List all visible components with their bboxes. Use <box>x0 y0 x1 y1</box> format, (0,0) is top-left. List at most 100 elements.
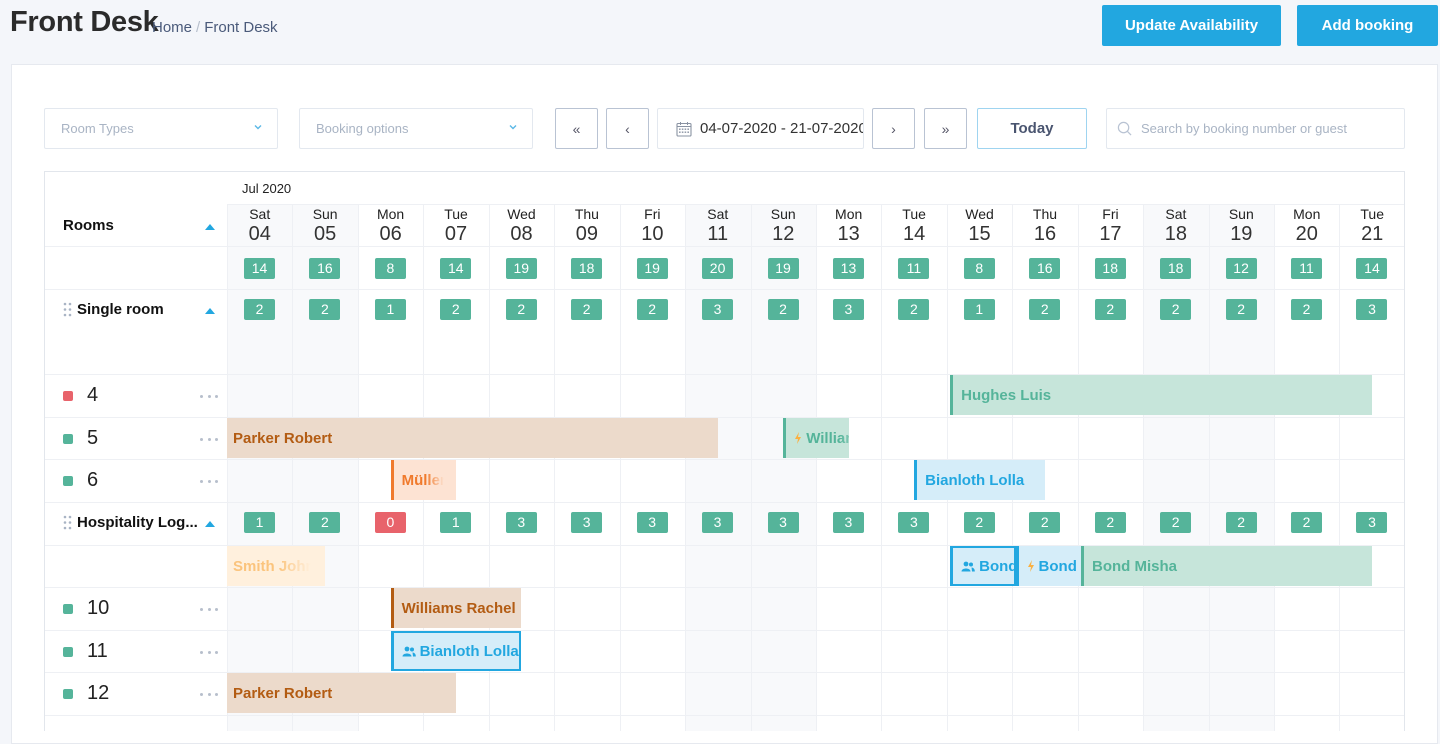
room-status-indicator <box>63 475 73 486</box>
more-options-icon[interactable] <box>200 606 218 612</box>
room-type-availability-badge: 2 <box>898 299 930 320</box>
booking-bar[interactable]: Bianloth Lolla <box>914 460 1045 500</box>
room-type-availability-badge: 3 <box>505 512 537 533</box>
booking-bar[interactable]: Parker Robert <box>227 418 718 458</box>
drag-handle-icon[interactable] <box>63 302 72 317</box>
day-of-week: Sat <box>249 206 271 222</box>
day-number: 16 <box>1033 223 1057 245</box>
double-chevron-right-icon: » <box>941 120 950 137</box>
room-type-availability-badge: 3 <box>1356 299 1388 320</box>
row-divider <box>45 246 1404 247</box>
day-header: Thu 09 <box>554 206 619 246</box>
booking-search[interactable] <box>1106 108 1405 149</box>
more-options-icon[interactable] <box>200 649 218 655</box>
room-type-availability-badge: 1 <box>244 512 275 533</box>
room-number: 12 <box>87 682 110 704</box>
day-of-week: Wed <box>965 206 994 222</box>
room-type-availability-badge: 3 <box>832 299 864 320</box>
room-type-availability-badge: 3 <box>571 512 603 533</box>
availability-calendar: Jul 2020 Rooms Sat 04 Sun 05 Mon 06 Tue 07 Wed 08… <box>44 171 1405 731</box>
search-input[interactable] <box>1141 121 1391 136</box>
room-label: 10 <box>63 597 109 620</box>
total-availability-badge: 20 <box>702 258 734 279</box>
room-number: 11 <box>87 640 108 662</box>
room-types-select[interactable]: Room Types <box>44 108 278 149</box>
total-availability-badge: 19 <box>636 258 668 279</box>
day-header: Sun 05 <box>292 206 357 246</box>
breadcrumb: Home / Front Desk <box>152 19 278 36</box>
total-availability-badge: 14 <box>244 258 275 279</box>
row-divider <box>45 630 1404 631</box>
date-range-picker[interactable]: 04-07-2020 - 21-07-2020 <box>657 108 864 149</box>
day-number: 19 <box>1230 223 1253 245</box>
more-options-icon[interactable] <box>200 436 218 442</box>
day-header: Sat 11 <box>685 206 750 246</box>
day-of-week: Mon <box>835 206 863 222</box>
day-number: 08 <box>510 223 533 245</box>
booking-bar[interactable]: Smith John <box>227 546 326 586</box>
day-number: 07 <box>444 223 468 245</box>
row-divider <box>45 289 1404 290</box>
today-button[interactable]: Today <box>977 108 1087 149</box>
top-bar: Front Desk Home / Front Desk Update Availa… <box>0 0 1440 60</box>
breadcrumb-home[interactable]: Home <box>152 19 192 36</box>
room-type-availability-badge: 3 <box>702 512 734 533</box>
total-availability-badge: 14 <box>440 258 472 279</box>
chevron-down-icon <box>509 125 517 130</box>
room-type-availability-badge: 2 <box>1029 512 1061 533</box>
collapse-group-icon[interactable] <box>205 521 215 527</box>
room-type-availability-badge: 2 <box>1291 299 1323 320</box>
day-header: Tue 14 <box>881 206 946 246</box>
total-availability-badge: 19 <box>767 258 799 279</box>
update-availability-button[interactable]: Update Availability <box>1102 5 1281 46</box>
day-number: 13 <box>837 223 860 245</box>
next-period-button[interactable]: › <box>872 108 915 149</box>
day-number: 14 <box>902 223 926 245</box>
booking-bar[interactable]: Müller <box>390 460 457 500</box>
collapse-group-icon[interactable] <box>205 308 215 314</box>
day-column <box>292 204 358 731</box>
month-label: Jul 2020 <box>242 181 292 196</box>
room-type-availability-badge: 3 <box>636 512 668 533</box>
total-availability-badge: 18 <box>1160 258 1192 279</box>
room-types-placeholder: Room Types <box>61 121 134 136</box>
total-availability-badge: 16 <box>1029 258 1061 279</box>
booking-bar[interactable]: Hughes Luis <box>950 375 1373 415</box>
sort-rooms-icon[interactable] <box>205 224 215 230</box>
booking-options-select[interactable]: Booking options <box>299 108 533 149</box>
more-options-icon[interactable] <box>200 691 218 697</box>
booking-bar[interactable]: Parker Robert <box>227 673 457 713</box>
group-guests-icon <box>402 646 416 656</box>
booking-bar[interactable]: Bond Misha <box>950 546 1016 586</box>
more-options-icon[interactable] <box>200 478 218 484</box>
booking-bar[interactable]: Bond Misha <box>1015 546 1081 586</box>
total-availability-badge: 8 <box>374 258 406 279</box>
booking-guest-name: Bond Misha <box>1091 557 1177 575</box>
booking-guest-name: Williams <box>806 429 848 447</box>
chevron-right-icon: › <box>891 120 896 137</box>
row-divider <box>45 587 1404 588</box>
room-number: 5 <box>87 427 99 449</box>
first-period-button[interactable]: « <box>555 108 598 149</box>
group-guests-icon <box>961 561 975 571</box>
day-column <box>1339 204 1404 731</box>
room-type-availability-badge: 2 <box>505 299 537 320</box>
chevron-down-icon <box>254 125 262 130</box>
room-type-availability-badge: 2 <box>1029 299 1061 320</box>
booking-bar[interactable]: Bond Misha <box>1080 546 1373 586</box>
add-booking-button[interactable]: Add booking <box>1297 5 1438 46</box>
more-options-icon[interactable] <box>200 393 218 399</box>
drag-handle-icon[interactable] <box>63 515 72 530</box>
room-type-availability-badge: 2 <box>244 299 275 320</box>
total-availability-badge: 13 <box>832 258 864 279</box>
booking-bar[interactable]: Williams Rachel <box>390 588 522 628</box>
last-period-button[interactable]: » <box>924 108 967 149</box>
day-of-week: Mon <box>376 206 405 222</box>
day-column <box>619 204 685 731</box>
room-type-availability-badge: 2 <box>309 512 341 533</box>
previous-period-button[interactable]: ‹ <box>606 108 649 149</box>
room-label: 5 <box>63 427 98 450</box>
booking-bar[interactable]: Bianloth Lolla <box>390 631 522 671</box>
day-column <box>554 204 619 731</box>
booking-bar[interactable]: Williams <box>783 418 849 458</box>
